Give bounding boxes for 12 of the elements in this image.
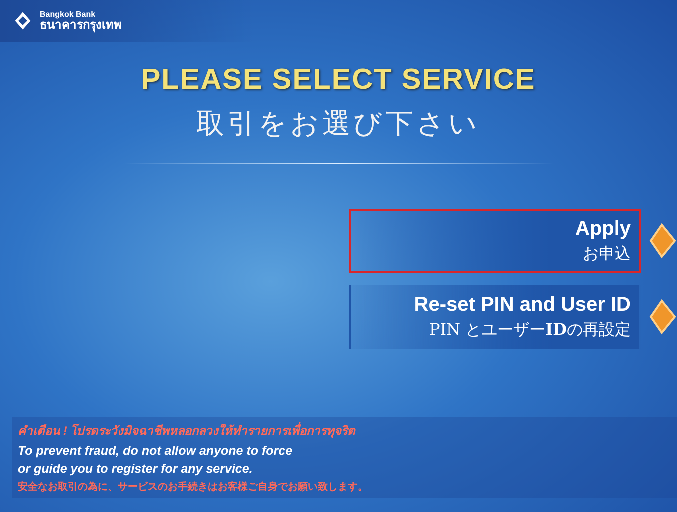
- diamond-arrow-icon: [647, 297, 677, 337]
- logo-text: ธนาคารกรุงเทพ: [40, 18, 122, 32]
- service-button[interactable]: Re-set PIN and User ID PIN とユーザーIDの再設定: [349, 285, 641, 349]
- warning-text: To prevent fraud, do not allow anyone to force: [18, 444, 293, 458]
- logo-text: Bangkok Bank: [40, 10, 97, 19]
- screen-subtitle: 取引をお選び下さい: [196, 106, 482, 142]
- warning-text: 安全なお取引の為に、サービスのお手続きはお客様ご自身でお願い致します。: [18, 480, 368, 494]
- screen-title: PLEASE SELECT SERVICE: [140, 64, 537, 97]
- diamond-arrow-icon: [647, 221, 677, 261]
- warning-text: or guide you to register for any service.: [18, 462, 253, 476]
- warning-text: คำเตือน ! โปรดระวังมิจฉาชีพหลอกลวงให้ทำรายการเพื่อการทุจริต: [18, 421, 356, 440]
- service-button[interactable]: Apply お申込: [349, 209, 641, 273]
